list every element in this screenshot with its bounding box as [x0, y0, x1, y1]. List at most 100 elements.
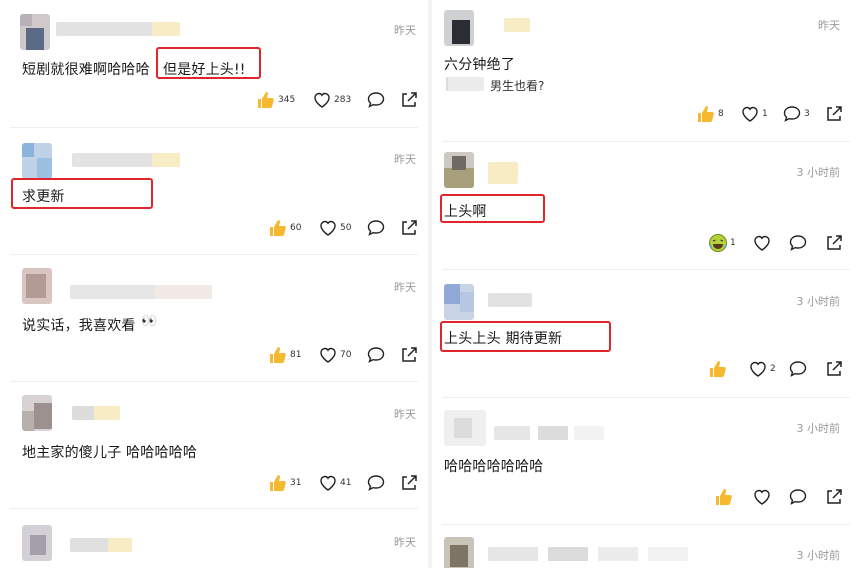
comment-item: 昨天: [0, 509, 428, 568]
comment-item: 昨天 地主家的傻儿子 哈哈哈哈哈 31 41: [0, 382, 428, 509]
reply-button[interactable]: [788, 232, 808, 254]
share-icon: [827, 106, 842, 121]
like-button[interactable]: 60: [268, 217, 301, 239]
action-bar: [714, 486, 846, 508]
comment-bubble-icon: [367, 347, 385, 363]
heart-button[interactable]: 41: [318, 472, 351, 494]
reply-button[interactable]: 3: [782, 103, 810, 125]
reply-button[interactable]: [366, 89, 386, 111]
comment-item: 3 小时前 上头上头 期待更新 2: [432, 270, 860, 398]
share-button[interactable]: [824, 232, 844, 254]
username-blurred[interactable]: [488, 293, 532, 307]
username-blurred[interactable]: [72, 153, 180, 167]
heart-icon: [750, 361, 766, 377]
username-blurred[interactable]: [56, 22, 180, 36]
highlight-box: [440, 194, 545, 223]
heart-count: 283: [334, 95, 352, 105]
comment-bubble-icon: [367, 220, 385, 236]
reply-button[interactable]: [366, 472, 386, 494]
username-blurred[interactable]: [494, 426, 604, 440]
share-icon: [827, 235, 842, 250]
share-button[interactable]: [399, 89, 419, 111]
share-button[interactable]: [399, 217, 419, 239]
right-comment-column[interactable]: 昨天 六分钟绝了 男生也看? 8 1 3 3 小时前 上头啊 1 3 小时前 上…: [432, 0, 860, 568]
avatar[interactable]: [444, 537, 474, 568]
like-button[interactable]: 1: [708, 232, 736, 254]
avatar[interactable]: [20, 14, 50, 50]
avatar[interactable]: [22, 525, 52, 561]
heart-icon: [314, 92, 330, 108]
username-blurred[interactable]: [504, 18, 530, 32]
action-bar: 60 50: [268, 217, 422, 239]
heart-button[interactable]: 70: [318, 344, 351, 366]
thumbs-up-icon: [270, 347, 286, 363]
comment-text: 短剧就很难啊哈哈哈: [22, 62, 150, 78]
like-button[interactable]: 8: [696, 103, 724, 125]
timestamp: 3 小时前: [796, 422, 841, 435]
timestamp: 昨天: [394, 536, 416, 549]
comment-item: 昨天 求更新 60 50: [0, 128, 428, 255]
heart-button[interactable]: [752, 232, 772, 254]
timestamp: 昨天: [394, 153, 416, 166]
comment-bubble-icon: [789, 235, 807, 251]
left-comment-column[interactable]: 昨天 短剧就很难啊哈哈哈 但是好上头!! 345 283 昨天 求更新 60 5…: [0, 0, 428, 568]
action-bar: 31 41: [268, 472, 422, 494]
heart-icon: [320, 220, 336, 236]
timestamp: 3 小时前: [796, 166, 841, 179]
reply-button[interactable]: [366, 344, 386, 366]
avatar[interactable]: [444, 410, 486, 446]
heart-button[interactable]: 50: [318, 217, 351, 239]
like-count: 31: [290, 478, 302, 488]
action-bar: 1: [708, 232, 846, 254]
heart-button[interactable]: 1: [740, 103, 768, 125]
like-button[interactable]: 345: [256, 89, 295, 111]
timestamp: 昨天: [818, 19, 840, 32]
heart-icon: [320, 347, 336, 363]
thumbs-up-icon: [710, 361, 726, 377]
timestamp: 3 小时前: [796, 295, 841, 308]
comment-bubble-icon: [367, 475, 385, 491]
timestamp: 昨天: [394, 281, 416, 294]
share-button[interactable]: [399, 344, 419, 366]
username-blurred[interactable]: [70, 538, 132, 552]
action-bar: 2: [708, 358, 846, 380]
avatar[interactable]: [22, 395, 52, 431]
like-button[interactable]: [714, 486, 734, 508]
avatar[interactable]: [444, 10, 474, 46]
heart-button[interactable]: 2: [748, 358, 776, 380]
share-button[interactable]: [824, 358, 844, 380]
thumbs-up-icon: [270, 220, 286, 236]
thumbs-up-icon: [716, 489, 732, 505]
reply-button[interactable]: [788, 486, 808, 508]
heart-icon: [742, 106, 758, 122]
avatar[interactable]: [444, 284, 474, 320]
share-button[interactable]: [824, 486, 844, 508]
share-button[interactable]: [399, 472, 419, 494]
heart-button[interactable]: [752, 486, 772, 508]
highlight-box: [156, 47, 261, 79]
like-count: 345: [278, 95, 296, 105]
like-count: 8: [718, 109, 724, 119]
username-blurred[interactable]: [488, 162, 518, 184]
like-button[interactable]: 31: [268, 472, 301, 494]
comment-text: 哈哈哈哈哈哈哈: [444, 459, 544, 475]
heart-count: 2: [770, 364, 776, 374]
like-button[interactable]: 81: [268, 344, 301, 366]
username-blurred[interactable]: [70, 285, 212, 299]
heart-icon: [320, 475, 336, 491]
reply-author-blurred: [446, 77, 484, 91]
heart-button[interactable]: 283: [312, 89, 351, 111]
share-icon: [402, 347, 417, 362]
username-blurred[interactable]: [488, 547, 688, 561]
comment-item: 昨天 说实话，我喜欢看 👀 81 70: [0, 255, 428, 382]
avatar[interactable]: [22, 143, 52, 179]
like-button[interactable]: [708, 358, 728, 380]
comment-text: 六分钟绝了: [444, 57, 515, 73]
username-blurred[interactable]: [72, 406, 120, 420]
heart-count: 70: [340, 350, 352, 360]
avatar[interactable]: [22, 268, 52, 304]
reply-button[interactable]: [366, 217, 386, 239]
avatar[interactable]: [444, 152, 474, 188]
reply-button[interactable]: [788, 358, 808, 380]
share-button[interactable]: [824, 103, 844, 125]
